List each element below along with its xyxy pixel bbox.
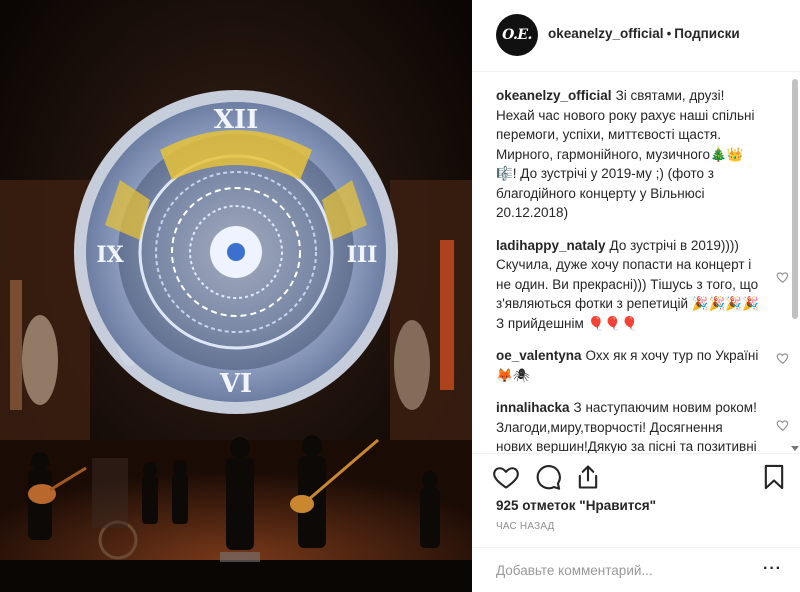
concert-image: XII VI IX III <box>0 0 472 592</box>
comment-item: innalihacka З наступаючим новим роком!Зла… <box>496 398 789 453</box>
heart-icon[interactable] <box>492 463 520 491</box>
post-actions: 925 отметок "Нравится" час назад <box>472 453 800 547</box>
svg-text:III: III <box>347 242 378 268</box>
post-timestamp[interactable]: час назад <box>496 521 555 532</box>
comment-item: ladihappy_nataly До зустрічі в 2019)))) С… <box>496 236 789 334</box>
comment-username[interactable]: innalihacka <box>496 400 570 415</box>
post-details-panel: O.E. okeanelzy_official • Подписки okeanel… <box>472 0 800 592</box>
scroll-down-arrow-icon[interactable] <box>791 446 799 451</box>
bookmark-icon[interactable] <box>760 463 788 491</box>
comments-scrollbar[interactable] <box>790 73 800 453</box>
separator-dot: • <box>666 26 672 41</box>
comments-list[interactable]: okeanelzy_official Зі святами, друзі! Нех… <box>472 73 800 453</box>
author-username[interactable]: okeanelzy_official <box>548 26 664 41</box>
comment-item: oe_valentyna Охх як я хочу тур по Україні… <box>496 346 789 385</box>
comment-username[interactable]: oe_valentyna <box>496 348 582 363</box>
avatar[interactable]: O.E. <box>496 14 538 56</box>
svg-text:XII: XII <box>214 105 259 135</box>
post-photo[interactable]: XII VI IX III <box>0 0 472 592</box>
svg-text:VI: VI <box>219 369 252 399</box>
add-comment-input[interactable] <box>496 560 746 580</box>
following-button[interactable]: Подписки <box>674 26 739 41</box>
caption-username[interactable]: okeanelzy_official <box>496 88 612 103</box>
likes-count[interactable]: 925 отметок "Нравится" <box>496 498 656 513</box>
header-line: okeanelzy_official • Подписки <box>548 26 740 41</box>
comment-like-icon[interactable] <box>776 270 790 284</box>
post-header: O.E. okeanelzy_official • Подписки <box>472 0 800 72</box>
comment-username[interactable]: ladihappy_nataly <box>496 238 606 253</box>
comment-icon[interactable] <box>534 463 562 491</box>
svg-text:IX: IX <box>96 242 124 268</box>
caption: okeanelzy_official Зі святами, друзі! Нех… <box>496 86 764 223</box>
add-comment-section: ··· <box>472 547 800 592</box>
more-options-icon[interactable]: ··· <box>763 561 782 577</box>
comment-like-icon[interactable] <box>776 418 790 432</box>
caption-text: Зі святами, друзі! Нехай час нового року… <box>496 88 755 220</box>
scroll-thumb[interactable] <box>792 79 798 319</box>
comment-like-icon[interactable] <box>776 351 790 365</box>
share-icon[interactable] <box>574 463 602 491</box>
